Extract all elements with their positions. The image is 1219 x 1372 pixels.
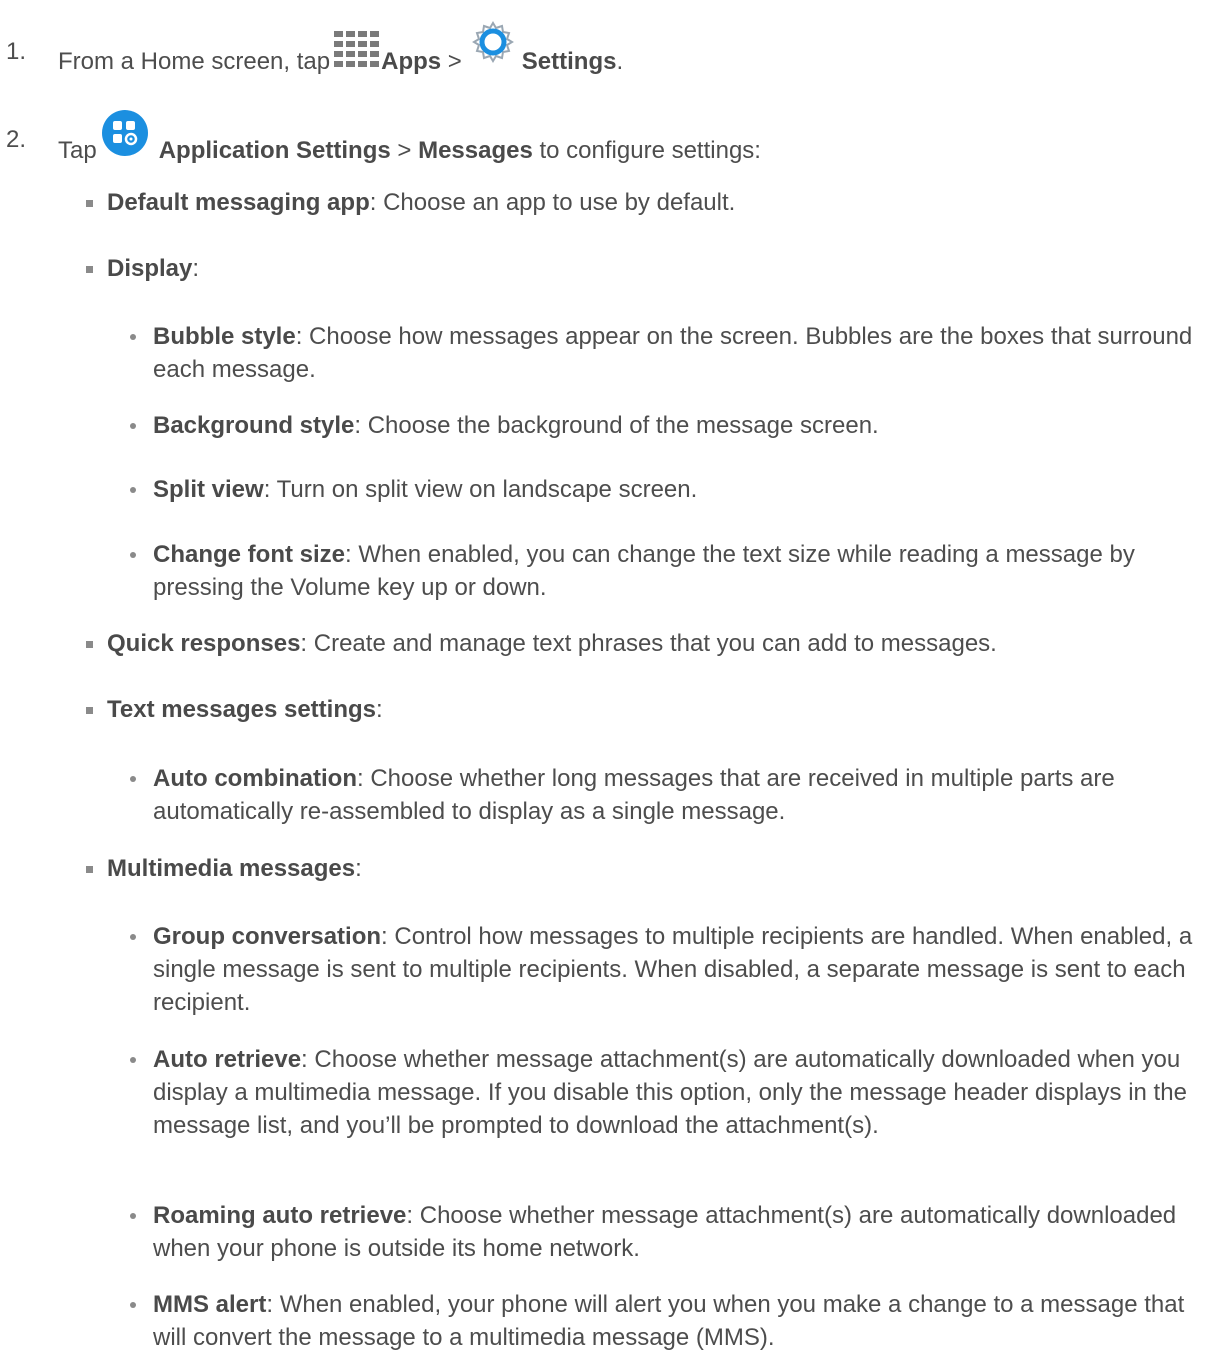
settings-label: Settings [521,47,617,75]
square-bullet [86,200,93,207]
step-number: 2. [6,126,27,153]
round-bullet [130,423,136,429]
item-split-view: Split view: Turn on split view on landsc… [153,476,698,503]
apps-label: Apps [381,47,442,75]
round-bullet [130,552,136,558]
item-auto-retrieve: Auto retrieve: Choose whether message at… [153,1046,1187,1139]
application-settings-label: Application Settings [158,136,391,164]
square-bullet [86,866,93,873]
item-mms-alert: MMS alert: When enabled, your phone will… [153,1291,1185,1351]
settings-gear-icon [462,21,522,90]
square-bullet [86,707,93,714]
round-bullet [130,776,136,782]
square-bullet [86,641,93,648]
messages-label: Messages [418,136,533,164]
item-multimedia-messages: Multimedia messages: [107,855,362,882]
step-text: From a Home screen, tap Apps > Settings. [58,21,623,90]
item-display: Display: [107,255,200,282]
apps-grid-icon [330,30,381,81]
item-default-messaging-app: Default messaging app: Choose an app to … [107,189,736,216]
round-bullet [130,1213,136,1219]
item-quick-responses: Quick responses: Create and manage text … [107,630,997,657]
step-2: 2. Tap Application Settings > Messages t… [0,110,1219,164]
round-bullet [130,934,136,940]
square-bullet [86,266,93,273]
step-number: 1. [6,38,27,65]
item-change-font-size: Change font size: When enabled, you can … [153,541,1135,601]
item-bubble-style: Bubble style: Choose how messages appear… [153,323,1193,383]
round-bullet [130,334,136,340]
round-bullet [130,1057,136,1063]
step-text: Tap Application Settings > Messages to c… [58,110,761,180]
step-1: 1. From a Home screen, tap Apps > Settin… [0,21,1219,75]
application-settings-icon [97,110,159,180]
item-roaming-auto-retrieve: Roaming auto retrieve: Choose whether me… [153,1202,1177,1262]
item-auto-combination: Auto combination: Choose whether long me… [153,765,1115,825]
item-group-conversation: Group conversation: Control how messages… [153,923,1193,1016]
item-text-messages-settings: Text messages settings: [107,696,383,723]
item-background-style: Background style: Choose the background … [153,412,879,439]
round-bullet [130,1302,136,1308]
round-bullet [130,487,136,493]
